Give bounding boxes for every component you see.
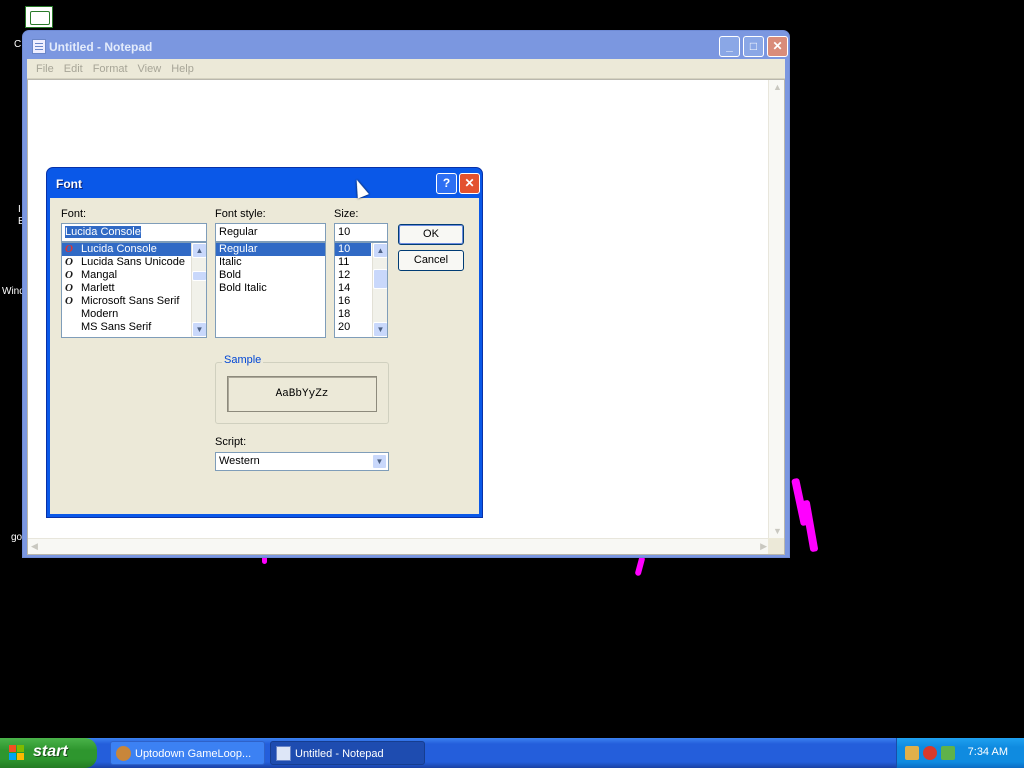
taskbar-item-label: Untitled - Notepad: [295, 748, 384, 760]
scroll-thumb[interactable]: [192, 271, 206, 281]
size-input[interactable]: 10: [334, 223, 388, 242]
gameloop-icon: [116, 746, 131, 761]
scroll-up-arrow-icon[interactable]: ▲: [373, 243, 387, 258]
scroll-up-arrow-icon[interactable]: ▲: [192, 243, 206, 258]
font-dialog-title: Font: [56, 177, 82, 191]
font-list-item[interactable]: O Lucida Sans Unicode: [62, 256, 206, 269]
font-dialog[interactable]: Font ? ✕ Font: Lucida Console O Lucida Co…: [46, 167, 483, 518]
horizontal-scrollbar[interactable]: ◀ ▶: [28, 538, 770, 554]
font-list-item[interactable]: O Lucida Console: [62, 243, 206, 256]
cancel-button[interactable]: Cancel: [398, 250, 464, 271]
font-list-item-label: Lucida Console: [81, 243, 157, 255]
desktop-artifact: [801, 499, 819, 553]
menu-bar: File Edit Format View Help: [27, 59, 785, 79]
start-button[interactable]: start: [0, 738, 97, 768]
taskbar: start Uptodown GameLoop... Untitled - No…: [0, 738, 1024, 768]
menu-help[interactable]: Help: [166, 63, 199, 75]
font-list[interactable]: O Lucida Console O Lucida Sans Unicode O Ma…: [61, 242, 207, 338]
help-button[interactable]: ?: [436, 173, 457, 194]
scroll-down-arrow-icon[interactable]: ▼: [773, 526, 782, 536]
network-icon[interactable]: [905, 746, 919, 760]
font-list-item[interactable]: MS Sans Serif: [62, 321, 206, 334]
font-style-label: Font style:: [215, 208, 266, 220]
opentype-font-icon: O: [65, 295, 73, 307]
font-list-item-label: Microsoft Sans Serif: [81, 295, 180, 307]
vertical-scrollbar[interactable]: ▲ ▼: [768, 80, 784, 538]
taskbar-item-gameloop[interactable]: Uptodown GameLoop...: [110, 741, 265, 765]
font-list-item-label: MS Sans Serif: [81, 321, 152, 333]
system-tray: 7:34 AM: [896, 738, 1024, 768]
minimize-button[interactable]: _: [719, 36, 740, 57]
tray-app-icon[interactable]: [941, 746, 955, 760]
font-label: Font:: [61, 208, 87, 220]
desktop-icon[interactable]: [25, 6, 53, 28]
desktop-label-fragment: C: [14, 39, 22, 50]
taskbar-item-notepad[interactable]: Untitled - Notepad: [270, 741, 425, 765]
font-list-item[interactable]: O Mangal: [62, 269, 206, 282]
menu-file[interactable]: File: [31, 63, 59, 75]
chevron-down-icon[interactable]: ▼: [372, 454, 387, 469]
menu-format[interactable]: Format: [88, 63, 133, 75]
font-style-item[interactable]: Bold: [216, 269, 325, 282]
size-list-scrollbar[interactable]: ▲ ▼: [372, 243, 387, 337]
font-style-item[interactable]: Bold Italic: [216, 282, 325, 295]
font-list-item[interactable]: O Microsoft Sans Serif: [62, 295, 206, 308]
font-dialog-titlebar[interactable]: Font ? ✕: [50, 168, 480, 198]
size-list-item[interactable]: 10: [335, 243, 371, 256]
maximize-button[interactable]: □: [743, 36, 764, 57]
desktop-artifact: [634, 555, 646, 577]
scroll-up-arrow-icon[interactable]: ▲: [773, 82, 782, 92]
font-dialog-body: Font: Lucida Console O Lucida Console O Lu…: [50, 198, 479, 514]
clock[interactable]: 7:34 AM: [968, 746, 1008, 758]
windows-flag-icon: [9, 745, 25, 761]
font-style-input[interactable]: Regular: [215, 223, 326, 242]
start-label: start: [33, 743, 68, 760]
font-list-scrollbar[interactable]: ▲ ▼: [191, 243, 206, 337]
font-list-item[interactable]: O Marlett: [62, 282, 206, 295]
font-list-item-label: Marlett: [81, 282, 115, 294]
font-list-item[interactable]: Modern: [62, 308, 206, 321]
font-style-item[interactable]: Italic: [216, 256, 325, 269]
script-select-value: Western: [219, 455, 260, 467]
scroll-down-arrow-icon[interactable]: ▼: [373, 322, 387, 337]
size-grip[interactable]: [768, 538, 784, 554]
font-list-item-label: Lucida Sans Unicode: [81, 256, 185, 268]
opentype-font-icon: O: [65, 243, 73, 255]
size-label: Size:: [334, 208, 359, 220]
size-list[interactable]: 10 11 12 14 16 18 20 ▲ ▼: [334, 242, 388, 338]
desktop-label-fragment: go: [11, 532, 23, 543]
font-name-input[interactable]: Lucida Console: [61, 223, 207, 242]
scroll-thumb[interactable]: [373, 269, 387, 289]
scroll-down-arrow-icon[interactable]: ▼: [192, 322, 206, 337]
sample-preview: AaBbYyZz: [227, 376, 377, 412]
font-list-item-label: Modern: [81, 308, 119, 320]
font-style-list[interactable]: Regular Italic Bold Bold Italic: [215, 242, 326, 338]
menu-edit[interactable]: Edit: [59, 63, 88, 75]
notepad-icon: [276, 746, 291, 761]
notepad-titlebar[interactable]: Untitled - Notepad _ □ ✕: [27, 31, 788, 59]
desktop-label-fragment: I: [18, 204, 21, 215]
font-list-item-label: Mangal: [81, 269, 118, 281]
notepad-title: Untitled - Notepad: [49, 40, 153, 54]
scroll-right-arrow-icon[interactable]: ▶: [760, 541, 767, 552]
scroll-left-arrow-icon[interactable]: ◀: [31, 541, 38, 552]
notepad-icon: [32, 39, 46, 54]
sample-label: Sample: [222, 354, 264, 366]
dialog-close-button[interactable]: ✕: [459, 173, 480, 194]
font-style-item[interactable]: Regular: [216, 243, 325, 256]
taskbar-item-label: Uptodown GameLoop...: [135, 748, 252, 760]
ok-button[interactable]: OK: [398, 224, 464, 245]
opentype-font-icon: O: [65, 256, 73, 268]
opentype-font-icon: O: [65, 282, 73, 294]
menu-view[interactable]: View: [133, 63, 167, 75]
close-button[interactable]: ✕: [767, 36, 788, 57]
font-name-text: Lucida Console: [65, 226, 141, 238]
script-label: Script:: [215, 436, 247, 448]
opentype-font-icon: O: [65, 269, 73, 281]
script-select[interactable]: Western ▼: [215, 452, 389, 471]
security-shield-icon[interactable]: [923, 746, 937, 760]
